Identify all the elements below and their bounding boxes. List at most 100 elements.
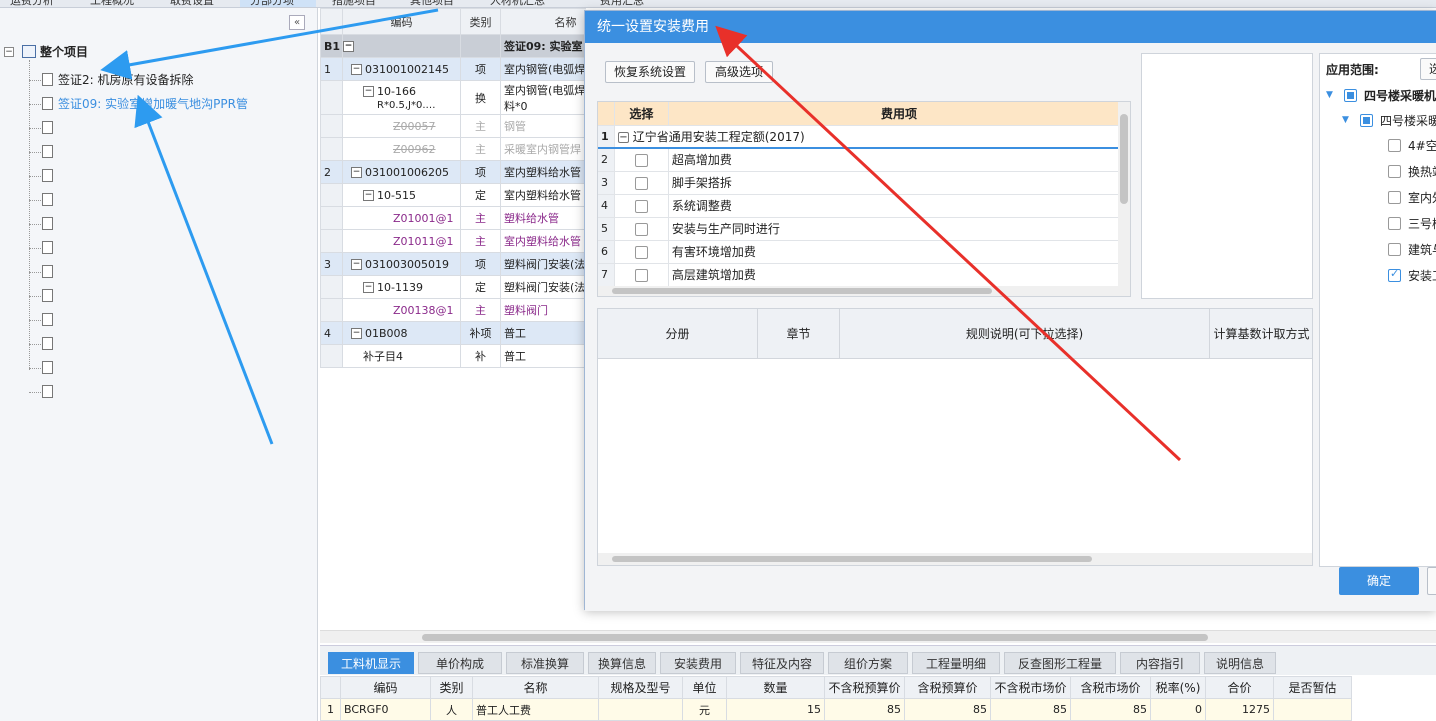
expand-arrow-icon[interactable]: ▼ bbox=[1326, 90, 1333, 100]
cell-name[interactable]: 室内塑料给水管 bbox=[500, 160, 586, 184]
fee-item-checkbox[interactable] bbox=[634, 245, 648, 259]
col-header[interactable]: 名称 bbox=[472, 676, 599, 699]
scope-item-label[interactable]: 室内外地 bbox=[1408, 188, 1436, 208]
scope-item-label[interactable]: 4#空调处 bbox=[1408, 136, 1436, 156]
table-row[interactable]: Z00057 主钢管 bbox=[320, 114, 586, 138]
cell-code[interactable]: Z00962 bbox=[342, 137, 461, 161]
cell-name[interactable]: 室内塑料给水管 bbox=[500, 183, 586, 207]
cell-code[interactable]: 补子目4 bbox=[342, 344, 461, 368]
cell-type[interactable]: 主 bbox=[460, 229, 501, 253]
scope-checkbox[interactable] bbox=[1388, 165, 1401, 178]
top-tab-active[interactable]: 分部分项 bbox=[240, 0, 316, 7]
scope-checkbox[interactable] bbox=[1388, 191, 1401, 204]
col-header[interactable]: 规格及型号 bbox=[598, 676, 683, 699]
cell-type[interactable]: 项 bbox=[460, 252, 501, 276]
bottom-tab[interactable]: 组价方案 bbox=[828, 652, 908, 674]
scope-item-label[interactable]: 四号楼采暖 bbox=[1380, 111, 1436, 131]
horizontal-scrollbar[interactable] bbox=[598, 553, 1312, 565]
table-row[interactable]: 补子目4 补普工 bbox=[320, 344, 586, 368]
cell-code[interactable]: Z00057 bbox=[342, 114, 461, 138]
top-tab[interactable]: 人材机汇总 bbox=[490, 0, 545, 7]
fee-item-row[interactable]: 7 高层建筑增加费 bbox=[598, 263, 1130, 287]
table-row[interactable]: 3−031003005019 项塑料阀门安装(法 bbox=[320, 252, 586, 276]
scrollbar-thumb[interactable] bbox=[422, 634, 1208, 641]
cell-code[interactable]: −10-1139 bbox=[342, 275, 461, 299]
col-header[interactable]: 单位 bbox=[682, 676, 727, 699]
collapse-panel-button[interactable]: « bbox=[289, 15, 305, 30]
fee-item-row[interactable]: 6 有害环境增加费 bbox=[598, 240, 1130, 264]
bottom-tab[interactable]: 说明信息 bbox=[1204, 652, 1276, 674]
col-header[interactable]: 不含税预算价 bbox=[824, 676, 905, 699]
document-icon[interactable] bbox=[42, 337, 53, 350]
fee-item-label[interactable]: 安装与生产同时进行 bbox=[668, 217, 1130, 241]
cell-name[interactable]: 室内钢管(电弧焊) bbox=[500, 57, 586, 81]
collapse-toggle-icon[interactable]: − bbox=[617, 131, 629, 143]
cell-type[interactable]: 主 bbox=[460, 206, 501, 230]
table-row[interactable]: 4−01B008 补项 普工 bbox=[320, 321, 586, 345]
horizontal-scrollbar[interactable] bbox=[320, 630, 1436, 643]
scope-checkbox[interactable] bbox=[1388, 217, 1401, 230]
document-icon[interactable] bbox=[42, 385, 53, 398]
cell-type[interactable]: 定 bbox=[460, 183, 501, 207]
cell-name[interactable]: 塑料阀门 bbox=[500, 298, 586, 322]
fee-item-row[interactable]: 5 安装与生产同时进行 bbox=[598, 217, 1130, 241]
cell-code[interactable]: − bbox=[342, 34, 461, 58]
cell-code[interactable]: Z01001@1 bbox=[342, 206, 461, 230]
collapse-toggle-icon[interactable]: − bbox=[363, 282, 374, 293]
cell-type[interactable]: 项 bbox=[460, 57, 501, 81]
cell-type[interactable]: 定 bbox=[460, 275, 501, 299]
table-row[interactable]: Z01011@1 主室内塑料给水管 bbox=[320, 229, 586, 253]
bottom-tab[interactable]: 工料机显示 bbox=[328, 652, 414, 674]
col-header-code[interactable]: 编码 bbox=[342, 8, 461, 35]
ok-button[interactable]: 确定 bbox=[1339, 567, 1419, 595]
document-icon[interactable] bbox=[42, 313, 53, 326]
cell-qty[interactable]: 15 bbox=[726, 698, 825, 721]
cell-type[interactable]: 主 bbox=[460, 137, 501, 161]
scrollbar-thumb[interactable] bbox=[612, 556, 1092, 562]
cell-type[interactable] bbox=[460, 34, 501, 58]
scope-checkbox[interactable] bbox=[1388, 139, 1401, 152]
table-row[interactable]: Z00138@1 主塑料阀门 bbox=[320, 298, 586, 322]
vertical-scrollbar[interactable] bbox=[1118, 102, 1130, 296]
col-header[interactable]: 合价 bbox=[1205, 676, 1274, 699]
top-tab[interactable]: 其他项目 bbox=[410, 0, 454, 7]
cell-code[interactable]: −031001006205 bbox=[342, 160, 461, 184]
cell-price[interactable]: 85 bbox=[824, 698, 905, 721]
fee-item-label[interactable]: 有害环境增加费 bbox=[668, 240, 1130, 264]
collapse-toggle-icon[interactable]: − bbox=[351, 167, 362, 178]
cell-name[interactable]: 塑料给水管 bbox=[500, 206, 586, 230]
fee-item-label[interactable]: 脚手架搭拆 bbox=[668, 171, 1130, 195]
cell-type[interactable]: 人 bbox=[430, 698, 473, 721]
col-header[interactable]: 含税市场价 bbox=[1070, 676, 1151, 699]
horizontal-scrollbar[interactable] bbox=[598, 286, 1130, 296]
bottom-tab[interactable]: 内容指引 bbox=[1120, 652, 1200, 674]
col-header[interactable]: 数量 bbox=[726, 676, 825, 699]
cell-code[interactable]: −10-515 bbox=[342, 183, 461, 207]
cell-name[interactable]: 普工 bbox=[500, 321, 586, 345]
collapse-toggle-icon[interactable]: − bbox=[363, 190, 374, 201]
top-tab[interactable]: 取费设置 bbox=[170, 0, 214, 7]
collapse-toggle-icon[interactable]: − bbox=[351, 259, 362, 270]
scope-checkbox[interactable] bbox=[1388, 243, 1401, 256]
top-tab[interactable]: 措施项目 bbox=[332, 0, 376, 7]
cell-name[interactable]: 塑料阀门安装(法 bbox=[500, 252, 586, 276]
cell-code[interactable]: Z00138@1 bbox=[342, 298, 461, 322]
collapse-toggle-icon[interactable]: − bbox=[351, 64, 362, 75]
cell-name[interactable]: 普工人工费 bbox=[472, 698, 599, 721]
scope-item-label[interactable]: 四号楼采暖机 bbox=[1364, 86, 1436, 106]
cell-name[interactable]: 签证09: 实验室 bbox=[500, 34, 586, 58]
expand-arrow-icon[interactable]: ▼ bbox=[1342, 115, 1349, 125]
col-header-name[interactable]: 名称 bbox=[500, 8, 586, 35]
fee-item-label[interactable]: 超高增加费 bbox=[668, 148, 1130, 172]
cell-code[interactable]: −031003005019 bbox=[342, 252, 461, 276]
fee-item-checkbox[interactable] bbox=[634, 176, 648, 190]
cell-spec[interactable] bbox=[598, 698, 683, 721]
col-header[interactable]: 含税预算价 bbox=[904, 676, 991, 699]
document-icon[interactable] bbox=[42, 169, 53, 182]
cell-code[interactable]: −01B008 bbox=[342, 321, 461, 345]
col-header-type[interactable]: 类别 bbox=[460, 8, 501, 35]
collapse-toggle-icon[interactable]: − bbox=[351, 328, 362, 339]
tree-item-label[interactable]: 签证2: 机房原有设备拆除 bbox=[58, 70, 194, 90]
tree-root-label[interactable]: 整个项目 bbox=[40, 42, 88, 62]
bottom-tab[interactable]: 单价构成 bbox=[418, 652, 502, 674]
